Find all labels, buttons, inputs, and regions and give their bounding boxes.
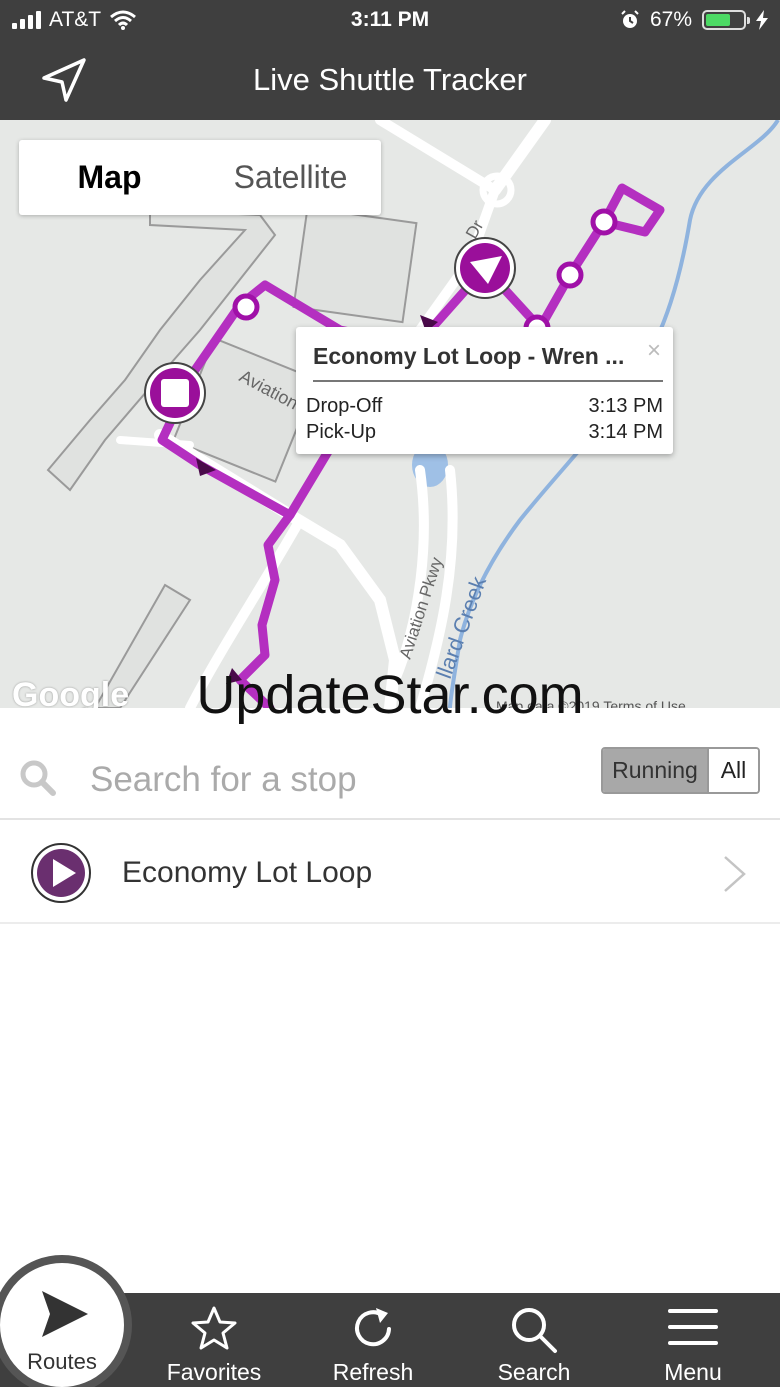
info-row-label: Pick-Up [306, 421, 377, 443]
alarm-icon [621, 10, 639, 28]
info-row-label: Drop-Off [306, 395, 383, 417]
play-triangle-icon [42, 1291, 88, 1337]
stop-marker[interactable] [590, 208, 618, 236]
stop-marker[interactable] [232, 293, 260, 321]
filter-all[interactable]: All [709, 749, 758, 792]
stop-info-window[interactable]: Economy Lot Loop - Wren ... × Drop-Off 3… [296, 327, 673, 454]
app-header: Live Shuttle Tracker [0, 40, 780, 120]
tab-favorites[interactable]: Favorites [139, 1293, 289, 1387]
tab-menu[interactable]: Menu [618, 1293, 768, 1387]
battery-percent: 67% [649, 8, 692, 31]
stop-marker[interactable] [556, 261, 584, 289]
tab-label: Search [497, 1359, 571, 1385]
chevron-right-icon [724, 856, 746, 892]
battery-icon [702, 10, 750, 30]
map-type-toggle: Map Satellite [19, 140, 381, 215]
info-row-time: 3:14 PM [588, 421, 663, 443]
stop-terminal-marker[interactable] [144, 362, 206, 424]
charging-bolt-icon [756, 10, 768, 30]
shuttle-marker[interactable] [454, 237, 516, 299]
route-name: Economy Lot Loop [122, 856, 373, 889]
tab-refresh[interactable]: Refresh [298, 1293, 448, 1387]
tab-search[interactable]: Search [459, 1293, 609, 1387]
map-type-satellite[interactable]: Satellite [200, 140, 381, 215]
page-title: Live Shuttle Tracker [253, 62, 527, 97]
route-filter-toggle: Running All [601, 747, 760, 794]
info-row-dropoff: Drop-Off 3:13 PM [306, 395, 663, 418]
hamburger-menu-icon [668, 1309, 718, 1345]
tab-routes[interactable]: Routes [0, 1255, 132, 1387]
watermark: UpdateStar.com [196, 665, 584, 725]
play-circle-icon [31, 843, 91, 903]
filter-running[interactable]: Running [603, 749, 709, 792]
refresh-icon [355, 1308, 391, 1347]
info-row-pickup: Pick-Up 3:14 PM [306, 421, 663, 444]
route-list-item[interactable]: Economy Lot Loop [0, 822, 780, 924]
divider [313, 380, 663, 382]
tab-label: Menu [664, 1359, 722, 1385]
info-row-time: 3:13 PM [588, 395, 663, 417]
search-icon [20, 760, 56, 796]
tab-label: Routes [27, 1349, 97, 1374]
star-icon [191, 1306, 237, 1350]
close-icon[interactable]: × [647, 337, 661, 365]
map-type-map[interactable]: Map [19, 140, 200, 215]
tab-label: Favorites [166, 1359, 262, 1385]
stop-search-input[interactable] [90, 756, 570, 804]
info-window-title: Economy Lot Loop - Wren ... [313, 343, 625, 369]
search-icon [512, 1308, 557, 1353]
tab-label: Refresh [332, 1359, 414, 1385]
status-bar: AT&T 3:11 PM 67% [0, 0, 780, 40]
